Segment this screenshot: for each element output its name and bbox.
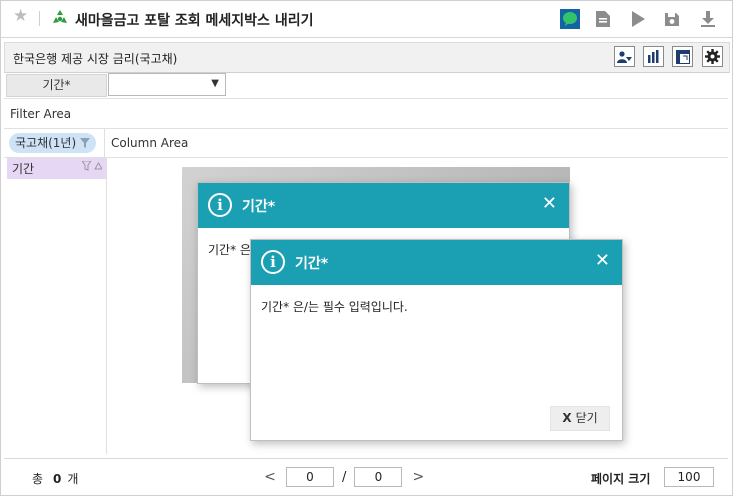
next-page-icon[interactable]: > [410,469,426,485]
app-title: 새마을금고 포탈 조회 메세지박스 내리기 [75,13,314,29]
filter-icon[interactable] [80,138,91,148]
dialog-front: i 기간* ✕ 기간* 은/는 필수 입력입니다. X 닫기 [250,239,623,441]
period-select[interactable]: ▼ [108,73,226,96]
chart-button[interactable] [643,46,664,67]
settings-button[interactable] [702,46,723,67]
row-field-label: 기간 [12,162,35,176]
dialog-header: i 기간* ✕ [198,183,569,228]
download-icon[interactable] [697,8,719,30]
gear-icon [705,49,720,64]
footer: 총0개 < 0 / 0 > 페이지 크기 100 [4,458,728,494]
panel-title: 한국은행 제공 시장 금리(국고채) [13,52,178,66]
total-pages: 0 [354,467,403,487]
divider [39,11,40,26]
favorite-star-icon[interactable]: ★ [13,8,28,25]
close-x: X [562,411,572,425]
divider [106,158,107,454]
chevron-down-icon: ▼ [211,78,219,89]
pager: < 0 / 0 > [262,467,426,487]
close-icon[interactable]: ✕ [595,250,610,272]
page-size-input[interactable]: 100 [664,467,714,487]
divider [104,129,105,157]
info-icon: i [261,250,285,274]
total-label: 총 [32,472,44,486]
play-icon[interactable] [627,8,649,30]
top-bar: ★ 새마을금고 포탈 조회 메세지박스 내리기 [1,1,732,38]
filter-chip[interactable]: 국고채(1년) [9,133,97,153]
close-button[interactable]: X 닫기 [550,406,610,431]
page-separator: / [342,469,347,485]
document-icon[interactable] [592,8,614,30]
dialog-title: 기간* [295,256,329,272]
pivot-header-row: 국고채(1년) Column Area [4,129,728,158]
app-logo-icon [53,10,67,23]
dialog-title: 기간* [242,199,276,215]
dialog-message: 기간* 은/는 필수 입력입니다. [261,300,408,314]
column-area-label: Column Area [111,136,189,150]
bar-chart-icon [647,50,658,63]
total-count: 총0개 [32,470,78,487]
dialog-message: 기간* 은 [208,243,251,257]
app-window: ★ 새마을금고 포탈 조회 메세지박스 내리기 한국은행 제공 시장 금리(국고… [0,0,733,496]
parameter-row: 기간* ▼ [4,72,728,99]
filter-area[interactable]: Filter Area [4,100,728,129]
save-icon[interactable] [661,8,683,30]
current-page-input[interactable]: 0 [286,467,334,487]
row-field-period[interactable]: 기간 [7,158,106,179]
info-icon: i [208,193,232,217]
prev-page-icon[interactable]: < [262,469,278,485]
chat-icon[interactable] [559,8,581,30]
pivot-icon [675,49,690,64]
total-value: 0 [53,472,62,486]
filter-chip-label: 국고채(1년) [15,136,77,150]
user-filter-icon [617,50,632,63]
close-label: 닫기 [575,411,598,425]
total-unit: 개 [67,472,79,486]
filter-area-label: Filter Area [10,107,72,121]
pivot-button[interactable] [672,46,693,67]
close-icon[interactable]: ✕ [542,193,557,215]
filter-sort-icon[interactable] [81,160,103,174]
panel-header: 한국은행 제공 시장 금리(국고채) [4,42,730,73]
user-filter-button[interactable] [614,46,635,67]
page-size-label: 페이지 크기 [591,472,651,486]
dialog-header: i 기간* ✕ [251,240,622,285]
period-label: 기간* [6,74,107,97]
